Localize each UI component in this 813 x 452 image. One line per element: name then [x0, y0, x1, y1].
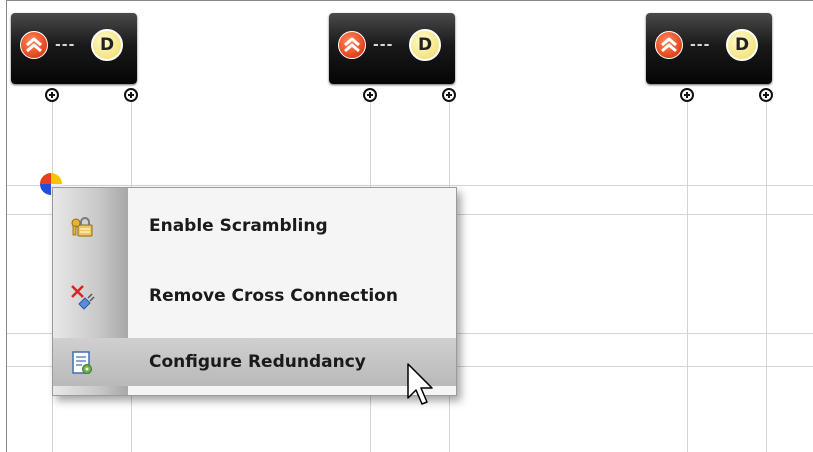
menu-item-remove-cross-connection[interactable]: Remove Cross Connection: [53, 272, 456, 320]
config-document-icon: [72, 351, 92, 374]
network-element[interactable]: --- D: [11, 13, 137, 84]
node-badge: D: [91, 29, 123, 61]
node-badge: D: [726, 29, 758, 61]
connector-dashes: ---: [690, 37, 711, 53]
menu-item-enable-scrambling[interactable]: Enable Scrambling: [53, 202, 456, 250]
menu-item-configure-redundancy[interactable]: Configure Redundancy: [53, 338, 456, 386]
key-lock-icon: [71, 217, 93, 237]
context-menu: Enable Scrambling Remove Cross Connectio…: [52, 187, 457, 396]
connector-dashes: ---: [373, 37, 394, 53]
port-add-icon[interactable]: [680, 88, 694, 102]
port-add-icon[interactable]: [45, 88, 59, 102]
mouse-pointer-icon: [407, 363, 433, 405]
node-badge: D: [409, 29, 441, 61]
port-add-icon[interactable]: [124, 88, 138, 102]
port-add-icon[interactable]: [442, 88, 456, 102]
menu-item-label: Remove Cross Connection: [149, 286, 398, 306]
unplug-icon: [71, 285, 95, 310]
orange-chevrons-icon: [655, 31, 683, 59]
network-element[interactable]: --- D: [646, 13, 772, 84]
network-element[interactable]: --- D: [329, 13, 455, 84]
orange-chevrons-icon: [338, 31, 366, 59]
port-add-icon[interactable]: [759, 88, 773, 102]
connector-dashes: ---: [55, 37, 76, 53]
menu-item-label: Enable Scrambling: [149, 216, 328, 236]
port-add-icon[interactable]: [363, 88, 377, 102]
orange-chevrons-icon: [20, 31, 48, 59]
menu-item-label: Configure Redundancy: [149, 352, 366, 372]
